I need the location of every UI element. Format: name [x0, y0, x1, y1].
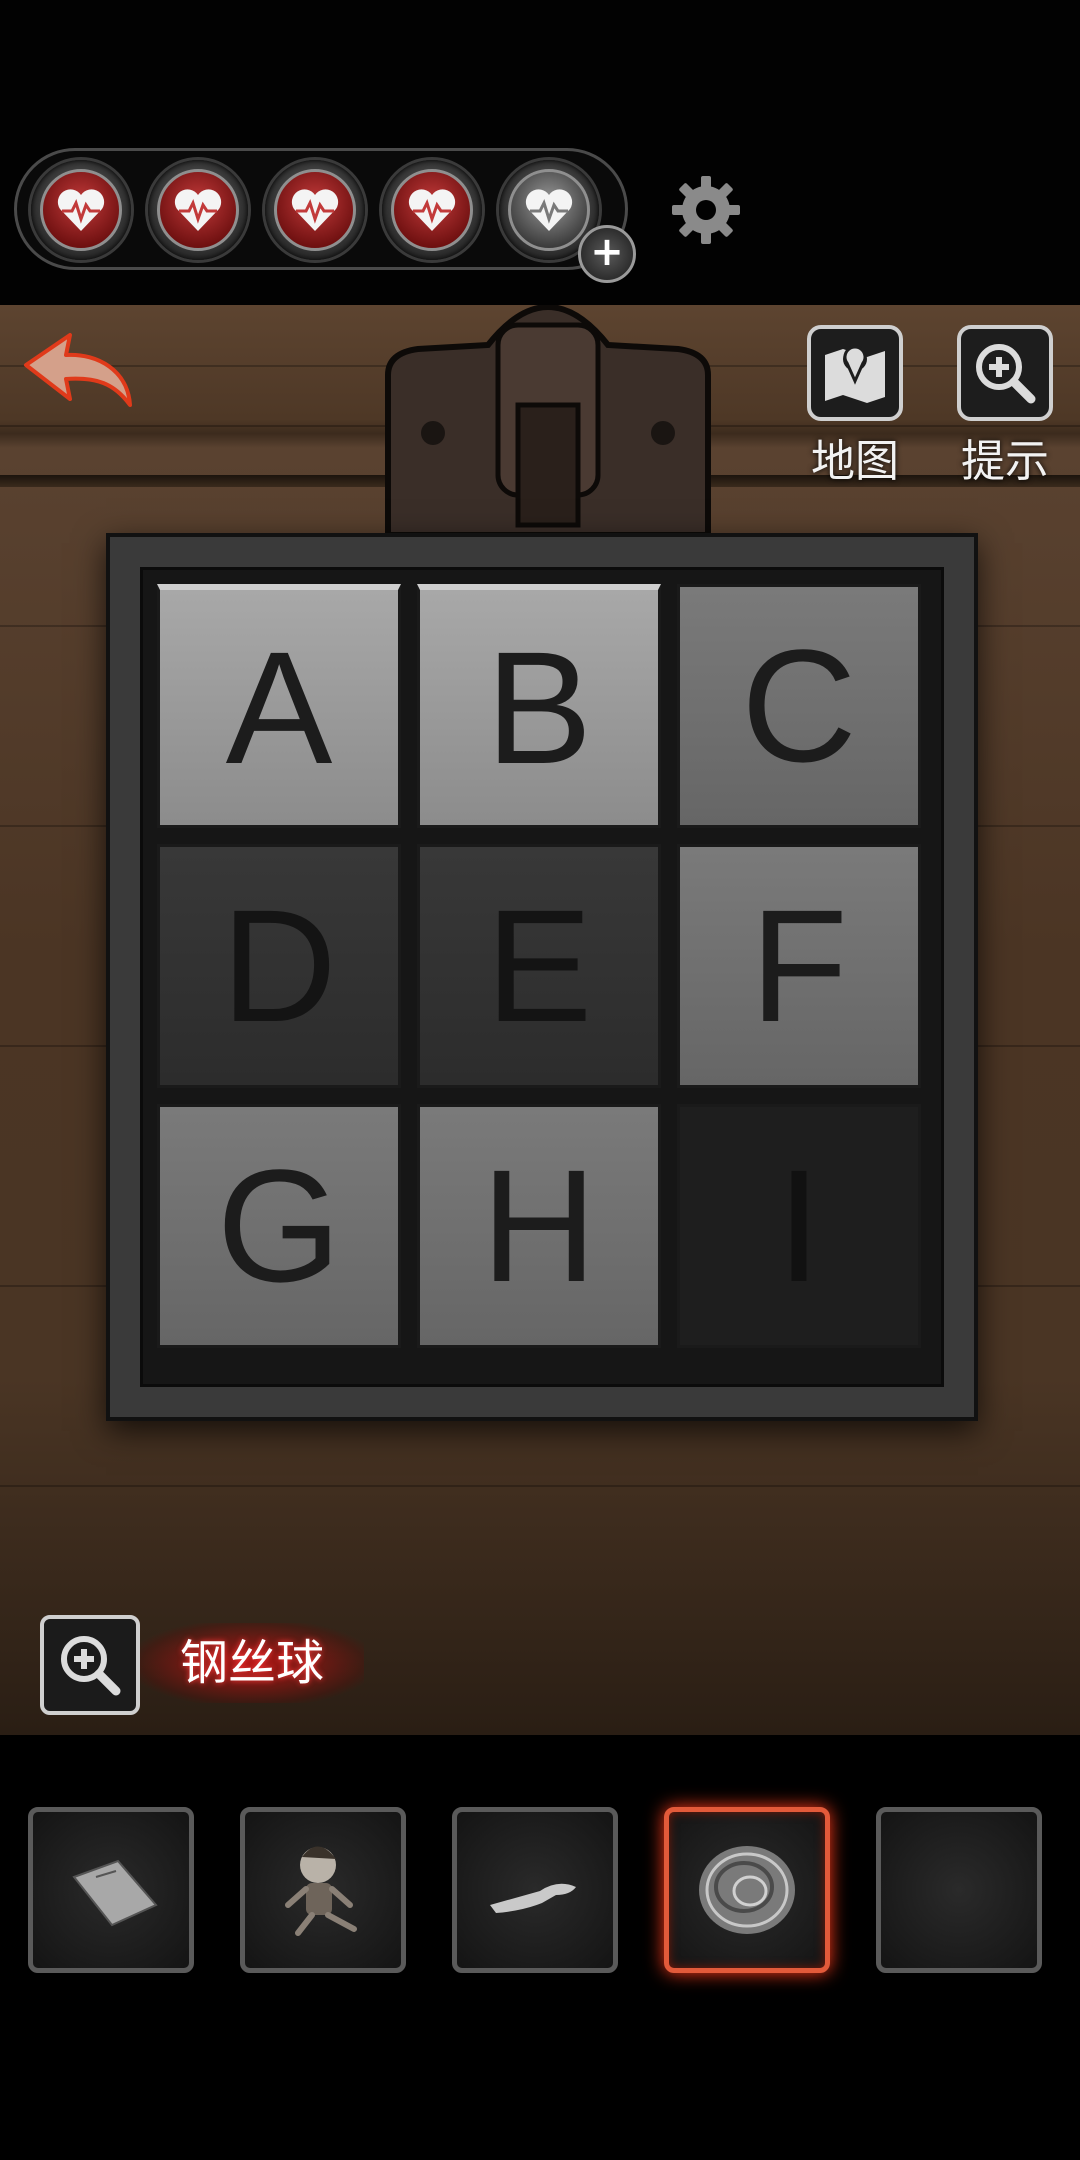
life-heart [382, 160, 482, 260]
inventory-slot[interactable] [240, 1807, 406, 1973]
puzzle-tile-h[interactable]: H [417, 1104, 661, 1348]
back-arrow-icon[interactable] [18, 323, 138, 423]
puzzle-tile-a[interactable]: A [157, 584, 401, 828]
puzzle-tile-i[interactable]: I [677, 1104, 921, 1348]
inventory-slot[interactable] [664, 1807, 830, 1973]
magnifier-plus-icon [957, 325, 1053, 421]
puzzle-tile-b[interactable]: B [417, 584, 661, 828]
map-button[interactable]: 地图 [800, 325, 910, 489]
heartbeat-icon [274, 169, 356, 251]
heartbeat-icon [157, 169, 239, 251]
map-label: 地图 [811, 436, 899, 487]
puzzle-tile-f[interactable]: F [677, 844, 921, 1088]
puzzle-tile-c[interactable]: C [677, 584, 921, 828]
life-heart [31, 160, 131, 260]
heartbeat-icon [391, 169, 473, 251]
inventory-slot[interactable] [28, 1807, 194, 1973]
life-heart [148, 160, 248, 260]
puzzle-tile-e[interactable]: E [417, 844, 661, 1088]
settings-gear-icon[interactable] [668, 172, 744, 248]
game-scene: 地图 提示 ABC DEF GHI 钢丝球 [0, 305, 1080, 1735]
lives-container [14, 148, 628, 270]
life-heart [265, 160, 365, 260]
heartbeat-icon [508, 169, 590, 251]
top-bar: + [0, 0, 1080, 305]
letter-tile-puzzle: ABC DEF GHI [106, 533, 978, 1421]
inventory-bar [0, 1735, 1080, 2160]
chest-latch [385, 305, 711, 535]
puzzle-grid: ABC DEF GHI [140, 567, 944, 1387]
hint-label: 提示 [961, 436, 1049, 487]
hint-button[interactable]: 提示 [950, 325, 1060, 489]
heartbeat-icon [40, 169, 122, 251]
puzzle-tile-g[interactable]: G [157, 1104, 401, 1348]
add-life-button[interactable]: + [578, 225, 636, 283]
inventory-slot[interactable] [452, 1807, 618, 1973]
zoom-in-icon [61, 1636, 121, 1696]
selected-item-name: 钢丝球 [140, 1623, 365, 1703]
inventory-slot[interactable] [876, 1807, 1042, 1973]
map-icon [807, 325, 903, 421]
puzzle-tile-d[interactable]: D [157, 844, 401, 1088]
inspect-item-button[interactable] [40, 1615, 140, 1715]
